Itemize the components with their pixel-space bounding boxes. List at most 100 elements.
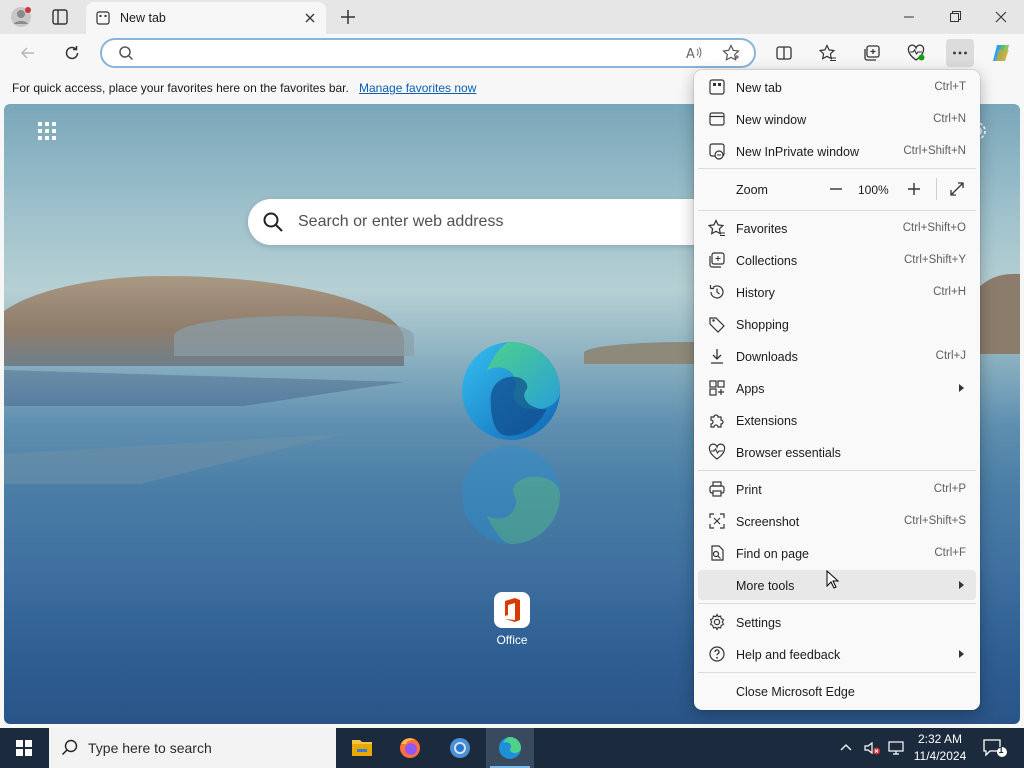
menu-item-favorites[interactable]: Favorites Ctrl+Shift+O xyxy=(698,213,976,243)
page-search-box[interactable]: Search or enter web address xyxy=(248,199,728,245)
menu-item-screenshot[interactable]: Screenshot Ctrl+Shift+S xyxy=(698,506,976,536)
svg-text:A: A xyxy=(686,47,695,61)
zoom-out-button[interactable] xyxy=(826,180,846,198)
back-button[interactable] xyxy=(14,39,42,67)
chrome-taskbar-button[interactable] xyxy=(436,728,484,768)
read-aloud-icon[interactable]: A xyxy=(685,45,703,64)
volume-muted-icon[interactable] xyxy=(862,738,882,761)
menu-item-new-inprivate-window[interactable]: New InPrivate window Ctrl+Shift+N xyxy=(698,136,976,166)
menu-separator xyxy=(698,470,976,471)
menu-item-find-on-page[interactable]: Find on page Ctrl+F xyxy=(698,538,976,568)
submenu-arrow-icon xyxy=(959,384,964,392)
taskbar-search-box[interactable]: Type here to search xyxy=(49,728,336,768)
menu-item-downloads[interactable]: Downloads Ctrl+J xyxy=(698,341,976,371)
menu-item-extensions[interactable]: Extensions xyxy=(698,405,976,435)
clock-time: 2:32 AM xyxy=(917,732,963,746)
tab-new-tab[interactable]: New tab xyxy=(86,2,326,34)
settings-and-more-menu: New tab Ctrl+T New window Ctrl+N New InP… xyxy=(694,70,980,710)
collections-icon xyxy=(708,251,726,269)
favorites-bar-message: For quick access, place your favorites h… xyxy=(12,81,349,95)
menu-item-collections[interactable]: Collections Ctrl+Shift+Y xyxy=(698,245,976,275)
menu-separator xyxy=(698,210,976,211)
menu-item-apps[interactable]: Apps xyxy=(698,373,976,403)
favorites-button[interactable] xyxy=(814,39,842,67)
edge-logo-reflection xyxy=(460,444,562,546)
heart-pulse-icon xyxy=(708,443,726,461)
file-explorer-taskbar-button[interactable] xyxy=(338,728,386,768)
office-shortcut-label: Office xyxy=(496,633,528,647)
edge-taskbar-button[interactable] xyxy=(486,728,534,768)
profile-icon[interactable] xyxy=(10,6,32,28)
zoom-level: 100% xyxy=(858,183,889,197)
settings-and-more-button[interactable] xyxy=(946,39,974,67)
menu-item-help-and-feedback[interactable]: Help and feedback xyxy=(698,639,976,669)
notification-count: 1 xyxy=(998,745,1004,755)
collections-button[interactable] xyxy=(858,39,886,67)
firefox-icon xyxy=(400,738,420,758)
address-bar[interactable]: A xyxy=(100,38,756,68)
submenu-arrow-icon xyxy=(959,581,964,589)
search-icon xyxy=(262,211,284,236)
zoom-row: Zoom 100% xyxy=(698,174,976,204)
notifications-button[interactable]: 1 xyxy=(982,737,1008,762)
apps-icon xyxy=(708,379,726,397)
minimize-button[interactable] xyxy=(895,5,923,29)
new-tab-icon xyxy=(708,78,726,96)
search-icon xyxy=(118,45,134,64)
favorites-icon xyxy=(707,219,726,237)
help-icon xyxy=(708,645,726,663)
menu-item-new-tab[interactable]: New tab Ctrl+T xyxy=(698,72,976,102)
taskbar-clock[interactable]: 2:32 AM 11/4/2024 xyxy=(910,731,970,765)
gear-icon xyxy=(708,613,726,631)
taskbar: Type here to search 2:32 AM 11/4/2024 1 xyxy=(0,728,1024,768)
menu-item-shopping[interactable]: Shopping xyxy=(698,309,976,339)
notification-icon xyxy=(983,739,1007,757)
page-search-placeholder: Search or enter web address xyxy=(298,213,504,230)
show-hidden-icons[interactable] xyxy=(838,738,854,761)
chrome-icon xyxy=(450,738,470,758)
close-window-button[interactable] xyxy=(987,5,1015,29)
new-tab-icon xyxy=(96,11,110,25)
zoom-in-button[interactable] xyxy=(904,180,924,198)
search-icon xyxy=(61,739,79,760)
edge-icon xyxy=(499,737,521,759)
menu-item-history[interactable]: History Ctrl+H xyxy=(698,277,976,307)
menu-item-close-microsoft-edge[interactable]: Close Microsoft Edge xyxy=(698,676,976,706)
refresh-button[interactable] xyxy=(58,39,86,67)
submenu-arrow-icon xyxy=(959,650,964,658)
restore-button[interactable] xyxy=(941,5,969,29)
menu-separator xyxy=(698,168,976,169)
split-screen-button[interactable] xyxy=(770,39,798,67)
new-tab-button[interactable] xyxy=(338,7,358,27)
start-button[interactable] xyxy=(0,728,48,768)
browser-toolbar: A xyxy=(0,34,1024,72)
taskbar-search-placeholder: Type here to search xyxy=(88,740,212,756)
app-launcher-icon[interactable] xyxy=(36,120,58,142)
tag-icon xyxy=(708,315,726,333)
zoom-label: Zoom xyxy=(736,183,768,197)
tab-title: New tab xyxy=(120,11,166,25)
manage-favorites-link[interactable]: Manage favorites now xyxy=(359,81,476,95)
menu-item-browser-essentials[interactable]: Browser essentials xyxy=(698,437,976,467)
screenshot-icon xyxy=(708,512,726,530)
copilot-icon[interactable] xyxy=(988,39,1016,67)
office-shortcut[interactable] xyxy=(494,592,530,628)
close-tab-icon[interactable] xyxy=(302,10,318,26)
folder-icon xyxy=(352,740,372,756)
add-favorite-icon[interactable] xyxy=(722,44,740,65)
tab-actions-icon[interactable] xyxy=(50,7,70,27)
firefox-taskbar-button[interactable] xyxy=(386,728,434,768)
menu-item-settings[interactable]: Settings xyxy=(698,607,976,637)
network-icon[interactable] xyxy=(886,738,906,761)
find-icon xyxy=(708,544,726,562)
browser-essentials-button[interactable] xyxy=(902,39,930,67)
history-icon xyxy=(708,283,726,301)
puzzle-icon xyxy=(708,411,726,429)
menu-separator xyxy=(698,672,976,673)
fullscreen-icon[interactable] xyxy=(948,180,966,198)
mouse-cursor-icon xyxy=(826,569,840,593)
menu-separator xyxy=(698,603,976,604)
menu-item-new-window[interactable]: New window Ctrl+N xyxy=(698,104,976,134)
edge-logo-icon xyxy=(460,340,562,442)
menu-item-print[interactable]: Print Ctrl+P xyxy=(698,474,976,504)
